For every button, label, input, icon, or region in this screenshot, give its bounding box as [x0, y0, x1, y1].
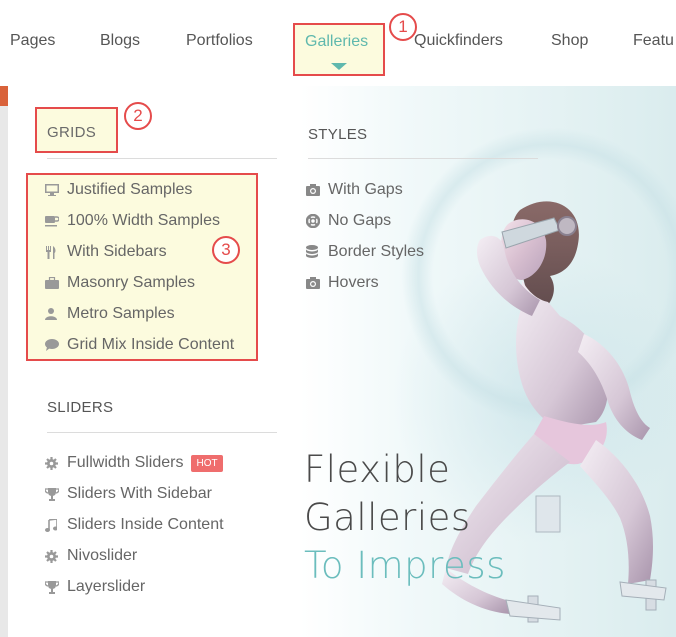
camera-icon	[306, 277, 328, 289]
nav-item-galleries-highlight[interactable]: Galleries	[293, 23, 385, 76]
nav-item-quickfinders[interactable]: Quickfinders	[414, 32, 503, 50]
menu-item-label: Nivoslider	[67, 547, 138, 564]
top-navigation: Pages Blogs Portfolios Galleries Quickfi…	[0, 0, 676, 86]
menu-item-with-sidebars[interactable]: With Sidebars	[45, 241, 167, 263]
sliders-divider	[47, 432, 277, 433]
nav-item-galleries[interactable]: Galleries	[305, 33, 368, 51]
menu-item-label: Hovers	[328, 274, 379, 291]
grids-heading: GRIDS	[47, 124, 97, 141]
menu-item-label: No Gaps	[328, 212, 392, 229]
menu-item-label: Metro Samples	[67, 305, 175, 322]
camera-icon	[306, 184, 328, 196]
menu-item-border-styles[interactable]: Border Styles	[306, 241, 424, 263]
grids-items-highlight	[26, 173, 258, 361]
grids-heading-highlight: GRIDS	[35, 107, 118, 153]
nav-item-shop[interactable]: Shop	[551, 32, 588, 50]
user-icon	[45, 308, 67, 320]
menu-item-label: With Gaps	[328, 181, 403, 198]
menu-item-layerslider[interactable]: Layerslider	[45, 576, 145, 598]
menu-item-label: Justified Samples	[67, 181, 193, 198]
menu-item-label: Fullwidth Sliders	[67, 454, 184, 471]
music-note-icon	[45, 518, 67, 532]
grids-divider	[47, 158, 277, 159]
menu-item-no-gaps[interactable]: No Gaps	[306, 210, 391, 232]
nav-item-features[interactable]: Featu	[633, 32, 674, 50]
menu-item-justified-samples[interactable]: Justified Samples	[45, 179, 192, 201]
menu-item-100-width-samples[interactable]: 100% Width Samples	[45, 210, 220, 232]
fork-knife-icon	[45, 245, 67, 259]
menu-item-nivoslider[interactable]: Nivoslider	[45, 545, 137, 567]
menu-item-hovers[interactable]: Hovers	[306, 272, 379, 294]
coffee-cup-icon	[45, 215, 67, 227]
gear-icon	[45, 549, 67, 563]
gear-icon	[45, 456, 67, 470]
menu-item-label: Grid Mix Inside Content	[67, 336, 235, 353]
briefcase-icon	[45, 277, 67, 289]
menu-item-label: With Sidebars	[67, 243, 167, 260]
promo-line-2: Galleries	[304, 496, 471, 539]
menu-item-metro-samples[interactable]: Metro Samples	[45, 303, 175, 325]
speech-bubble-icon	[45, 339, 67, 351]
menu-item-masonry-samples[interactable]: Masonry Samples	[45, 272, 195, 294]
trophy-icon	[45, 580, 67, 594]
hot-badge: HOT	[191, 454, 223, 472]
nav-item-blogs[interactable]: Blogs	[100, 32, 140, 50]
menu-item-label: Sliders Inside Content	[67, 516, 224, 533]
annotation-marker-3: 3	[212, 236, 240, 264]
galleries-mega-menu: GRIDS 2 3 Justified Samples 100% Width S…	[0, 86, 676, 637]
menu-item-sliders-inside-content[interactable]: Sliders Inside Content	[45, 514, 224, 536]
lifebuoy-icon	[306, 214, 328, 228]
trophy-icon	[45, 487, 67, 501]
monitor-icon	[45, 184, 67, 196]
annotation-marker-1: 1	[389, 13, 417, 41]
menu-item-sliders-with-sidebar[interactable]: Sliders With Sidebar	[45, 483, 212, 505]
nav-item-portfolios[interactable]: Portfolios	[186, 32, 253, 50]
menu-item-label: Layerslider	[67, 578, 146, 595]
nav-item-pages[interactable]: Pages	[10, 32, 55, 50]
menu-item-grid-mix-inside-content[interactable]: Grid Mix Inside Content	[45, 334, 234, 356]
menu-item-label: Masonry Samples	[67, 274, 196, 291]
promo-line-3: To Impress	[304, 544, 506, 587]
annotation-marker-2: 2	[124, 102, 152, 130]
menu-item-label: Border Styles	[328, 243, 425, 260]
menu-item-label: Sliders With Sidebar	[67, 485, 212, 502]
promo-line-1: Flexible	[304, 448, 451, 491]
styles-heading: STYLES	[308, 126, 368, 143]
database-icon	[306, 245, 328, 259]
menu-item-with-gaps[interactable]: With Gaps	[306, 179, 403, 201]
menu-item-label: 100% Width Samples	[67, 212, 220, 229]
left-edge-strip	[0, 86, 8, 637]
styles-divider	[308, 158, 538, 159]
dropdown-caret-icon	[331, 63, 347, 70]
menu-item-fullwidth-sliders[interactable]: Fullwidth Sliders HOT	[45, 452, 223, 474]
sliders-heading: SLIDERS	[47, 399, 114, 416]
